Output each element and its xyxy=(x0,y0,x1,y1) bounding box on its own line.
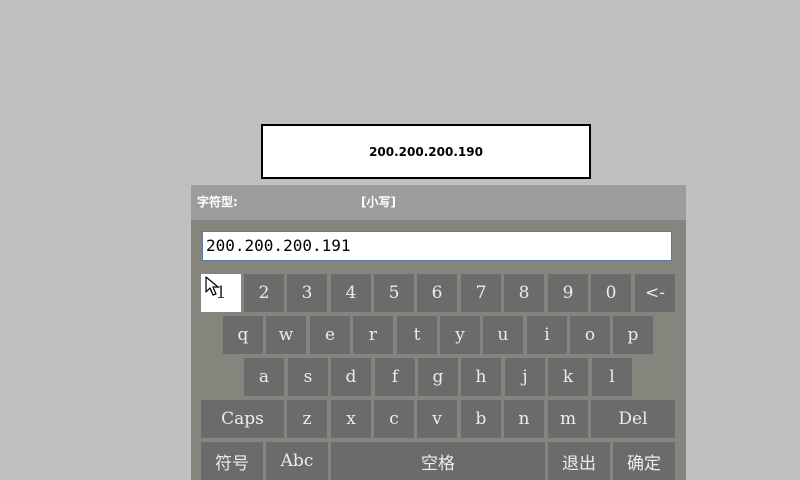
backspace-key[interactable]: <- xyxy=(635,274,675,312)
key-g[interactable]: g xyxy=(418,358,458,396)
key-z[interactable]: z xyxy=(287,400,327,438)
key-5[interactable]: 5 xyxy=(374,274,414,312)
confirm-button[interactable]: 确定 xyxy=(613,442,675,480)
key-8[interactable]: 8 xyxy=(504,274,544,312)
key-i[interactable]: i xyxy=(527,316,567,354)
key-k[interactable]: k xyxy=(548,358,588,396)
keyboard-header: 字符型: [小写] xyxy=(191,185,686,220)
exit-button[interactable]: 退出 xyxy=(548,442,610,480)
key-9[interactable]: 9 xyxy=(548,274,588,312)
key-b[interactable]: b xyxy=(461,400,501,438)
delete-key[interactable]: Del xyxy=(591,400,675,438)
key-a[interactable]: a xyxy=(244,358,284,396)
key-e[interactable]: e xyxy=(310,316,350,354)
key-c[interactable]: c xyxy=(374,400,414,438)
space-key[interactable]: 空格 xyxy=(331,442,545,480)
key-0[interactable]: 0 xyxy=(591,274,631,312)
case-indicator: [小写] xyxy=(361,195,396,209)
key-2[interactable]: 2 xyxy=(244,274,284,312)
keyboard-panel: 字符型: [小写] 1 2 3 4 5 6 7 8 9 0 <- q w e r… xyxy=(191,185,686,480)
key-p[interactable]: p xyxy=(613,316,653,354)
key-v[interactable]: v xyxy=(417,400,457,438)
key-q[interactable]: q xyxy=(223,316,263,354)
key-d[interactable]: d xyxy=(331,358,371,396)
key-l[interactable]: l xyxy=(592,358,632,396)
key-w[interactable]: w xyxy=(266,316,306,354)
input-mode-label: 字符型: xyxy=(197,195,238,209)
key-4[interactable]: 4 xyxy=(331,274,371,312)
key-n[interactable]: n xyxy=(504,400,544,438)
key-y[interactable]: y xyxy=(440,316,480,354)
key-f[interactable]: f xyxy=(375,358,415,396)
key-1[interactable]: 1 xyxy=(201,274,241,312)
key-x[interactable]: x xyxy=(331,400,371,438)
key-7[interactable]: 7 xyxy=(461,274,501,312)
key-6[interactable]: 6 xyxy=(417,274,457,312)
key-s[interactable]: s xyxy=(288,358,328,396)
key-h[interactable]: h xyxy=(461,358,501,396)
key-u[interactable]: u xyxy=(483,316,523,354)
symbol-key[interactable]: 符号 xyxy=(201,442,263,480)
key-j[interactable]: j xyxy=(505,358,545,396)
keyboard-input-field[interactable] xyxy=(202,231,672,261)
key-r[interactable]: r xyxy=(353,316,393,354)
key-m[interactable]: m xyxy=(548,400,588,438)
abc-key[interactable]: Abc xyxy=(266,442,328,480)
key-o[interactable]: o xyxy=(570,316,610,354)
key-t[interactable]: t xyxy=(397,316,437,354)
ip-display: 200.200.200.190 xyxy=(261,124,591,179)
key-3[interactable]: 3 xyxy=(287,274,327,312)
ip-display-text: 200.200.200.190 xyxy=(369,144,483,159)
caps-key[interactable]: Caps xyxy=(201,400,284,438)
